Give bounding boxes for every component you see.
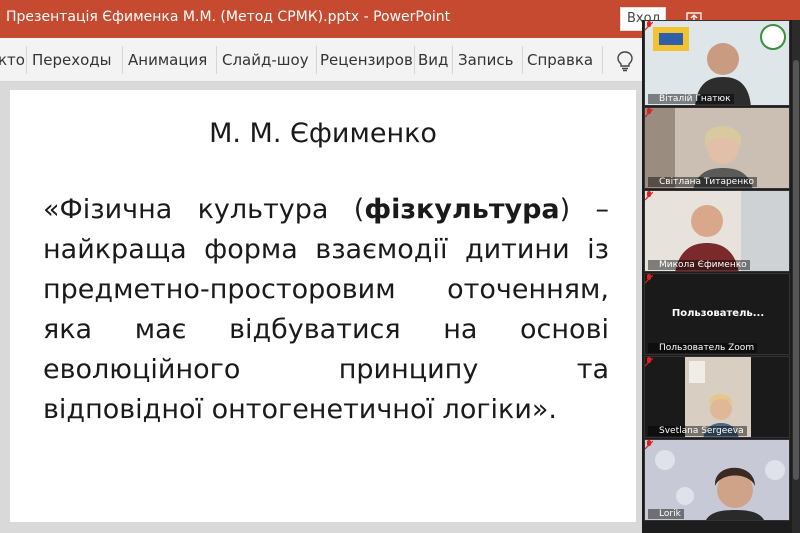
- muted-mic-icon: [645, 108, 653, 118]
- quote-word: –: [595, 194, 609, 225]
- quote-word: дитини: [464, 234, 570, 265]
- tab-slideshow[interactable]: Слайд-шоу: [222, 51, 309, 69]
- tab-record[interactable]: Запись: [458, 51, 513, 69]
- tab-help[interactable]: Справка: [527, 51, 593, 69]
- tab-view[interactable]: Вид: [418, 51, 448, 69]
- muted-mic-icon: [645, 191, 653, 201]
- participant-tile[interactable]: Віталій Гнатюк: [644, 20, 790, 106]
- participant-name: Світлана Титаренко: [648, 177, 758, 187]
- participant-tile[interactable]: Світлана Титаренко: [644, 107, 790, 189]
- quote-word: має: [134, 314, 187, 345]
- quote-word: найкраща: [43, 234, 187, 265]
- tab-review[interactable]: Рецензиров: [320, 51, 412, 69]
- quote-word: «Фізична: [43, 194, 173, 225]
- quote-line: відповідної онтогенетичної логіки».: [43, 390, 609, 430]
- quote-word: яка: [43, 314, 93, 345]
- tab-separator: [414, 46, 415, 74]
- participant-tile[interactable]: Микола Єфименко: [644, 190, 790, 272]
- muted-mic-icon: [645, 440, 653, 450]
- participant-tile[interactable]: Svetlana Sergeeva: [644, 356, 790, 438]
- tab-separator: [26, 46, 27, 74]
- quote-line: яка має відбуватися на основі: [43, 310, 609, 350]
- quote-word: відбуватися: [229, 314, 401, 345]
- quote-word: відповідної онтогенетичної логіки».: [43, 394, 557, 425]
- quote-word: взаємодії: [315, 234, 448, 265]
- quote-line: еволюційного принципу та: [43, 350, 609, 390]
- participant-tile[interactable]: Lorik: [644, 439, 790, 521]
- participant-name: Пользователь Zoom: [648, 343, 758, 353]
- quote-word-bold: (фізкультура): [353, 194, 571, 225]
- slide-title[interactable]: М. М. Єфименко: [0, 118, 646, 149]
- tab-animations[interactable]: Анимация: [128, 51, 207, 69]
- quote-word: на: [443, 314, 478, 345]
- tab-insert[interactable]: кто: [0, 51, 25, 69]
- powerpoint-window: Презентація Єфименка М.М. (Метод СРМК).p…: [0, 0, 800, 533]
- quote-line: найкраща форма взаємодії дитини із: [43, 230, 609, 270]
- quote-word: предметно-просторовим: [43, 274, 396, 305]
- participant-name: Микола Єфименко: [648, 260, 750, 270]
- quote-line: предметно-просторовим оточенням,: [43, 270, 609, 310]
- tab-separator: [522, 46, 523, 74]
- quote-word: еволюційного: [43, 354, 241, 385]
- tab-transitions[interactable]: Переходы: [32, 51, 112, 69]
- quote-word: культура: [197, 194, 329, 225]
- tab-separator: [216, 46, 217, 74]
- tab-separator: [602, 46, 603, 74]
- lightbulb-icon[interactable]: [615, 50, 635, 72]
- tab-separator: [452, 46, 453, 74]
- quote-word: та: [576, 354, 609, 385]
- slide-quote[interactable]: «Фізична культура (фізкультура) – найкра…: [43, 190, 609, 430]
- participant-name: Віталій Гнатюк: [648, 94, 734, 104]
- participant-tile[interactable]: Пользователь... Пользователь Zoom: [644, 273, 790, 355]
- muted-mic-icon: [645, 21, 653, 31]
- tab-separator: [122, 46, 123, 74]
- muted-mic-icon: [645, 274, 653, 284]
- participant-name: Lorik: [648, 509, 684, 519]
- quote-line: «Фізична культура (фізкультура) –: [43, 190, 609, 230]
- quote-word: принципу: [338, 354, 479, 385]
- participant-name: Svetlana Sergeeva: [648, 426, 747, 436]
- quote-word: оточенням,: [447, 274, 609, 305]
- window-title: Презентація Єфименка М.М. (Метод СРМК).p…: [6, 9, 451, 25]
- gallery-scroll-thumb[interactable]: [793, 60, 799, 480]
- tab-separator: [316, 46, 317, 74]
- participant-display-name: Пользователь...: [671, 308, 765, 319]
- quote-word: форма: [204, 234, 298, 265]
- quote-word: основі: [520, 314, 609, 345]
- muted-mic-icon: [645, 357, 653, 367]
- bold-term: фізкультура: [364, 194, 560, 225]
- quote-word: із: [587, 234, 609, 265]
